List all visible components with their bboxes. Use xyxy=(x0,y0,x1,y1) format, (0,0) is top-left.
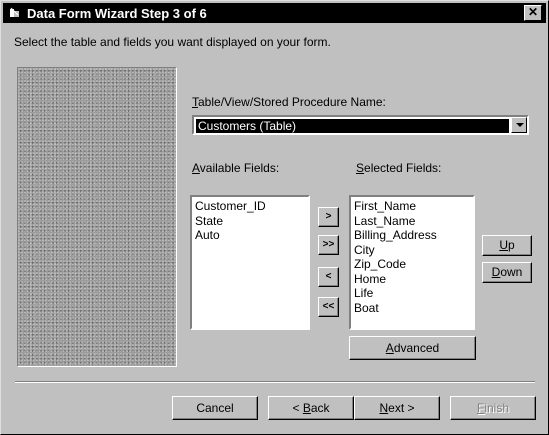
available-fields-label: Available Fields: xyxy=(192,161,280,175)
list-item[interactable]: Boat xyxy=(354,301,470,316)
remove-all-fields-button[interactable]: << xyxy=(318,297,339,317)
add-all-fields-button[interactable]: >> xyxy=(318,235,339,255)
selected-fields-list[interactable]: First_Name Last_Name Billing_Address Cit… xyxy=(349,195,475,330)
list-item[interactable]: Billing_Address xyxy=(354,228,470,243)
move-down-button[interactable]: Down xyxy=(482,262,532,283)
list-item[interactable]: Home xyxy=(354,272,470,287)
remove-field-button[interactable]: < xyxy=(318,267,339,287)
list-item[interactable]: First_Name xyxy=(354,199,470,214)
move-up-button[interactable]: Up xyxy=(482,235,532,256)
available-fields-list[interactable]: Customer_ID State Auto xyxy=(190,195,310,330)
wizard-app-icon xyxy=(10,7,19,17)
instructions-text: Select the table and fields you want dis… xyxy=(14,35,331,49)
selected-fields-label: Selected Fields: xyxy=(356,161,442,175)
advanced-button[interactable]: Advanced xyxy=(349,336,476,360)
back-button[interactable]: < Back xyxy=(268,396,354,420)
finish-button[interactable]: Finish xyxy=(450,396,536,420)
source-selected-value: Customers (Table) xyxy=(196,119,509,133)
wizard-window: Data Form Wizard Step 3 of 6 ✕ Select th… xyxy=(0,0,549,435)
next-button[interactable]: Next > xyxy=(354,396,440,420)
source-select[interactable]: Customers (Table) xyxy=(192,115,529,135)
list-item[interactable]: Life xyxy=(354,286,470,301)
list-item[interactable]: State xyxy=(195,214,305,229)
list-item[interactable]: City xyxy=(354,243,470,258)
window-title: Data Form Wizard Step 3 of 6 xyxy=(27,6,207,21)
cancel-button[interactable]: Cancel xyxy=(172,396,258,420)
footer-separator xyxy=(15,381,535,383)
add-field-button[interactable]: > xyxy=(318,207,339,227)
close-icon[interactable]: ✕ xyxy=(524,5,542,21)
list-item[interactable]: Last_Name xyxy=(354,214,470,229)
list-item[interactable]: Zip_Code xyxy=(354,257,470,272)
list-item[interactable]: Auto xyxy=(195,228,305,243)
source-label: Table/View/Stored Procedure Name: xyxy=(192,95,386,109)
chevron-down-icon[interactable] xyxy=(511,117,527,133)
wizard-graphic xyxy=(17,67,177,367)
list-item[interactable]: Customer_ID xyxy=(195,199,305,214)
title-bar[interactable]: Data Form Wizard Step 3 of 6 ✕ xyxy=(3,3,546,23)
